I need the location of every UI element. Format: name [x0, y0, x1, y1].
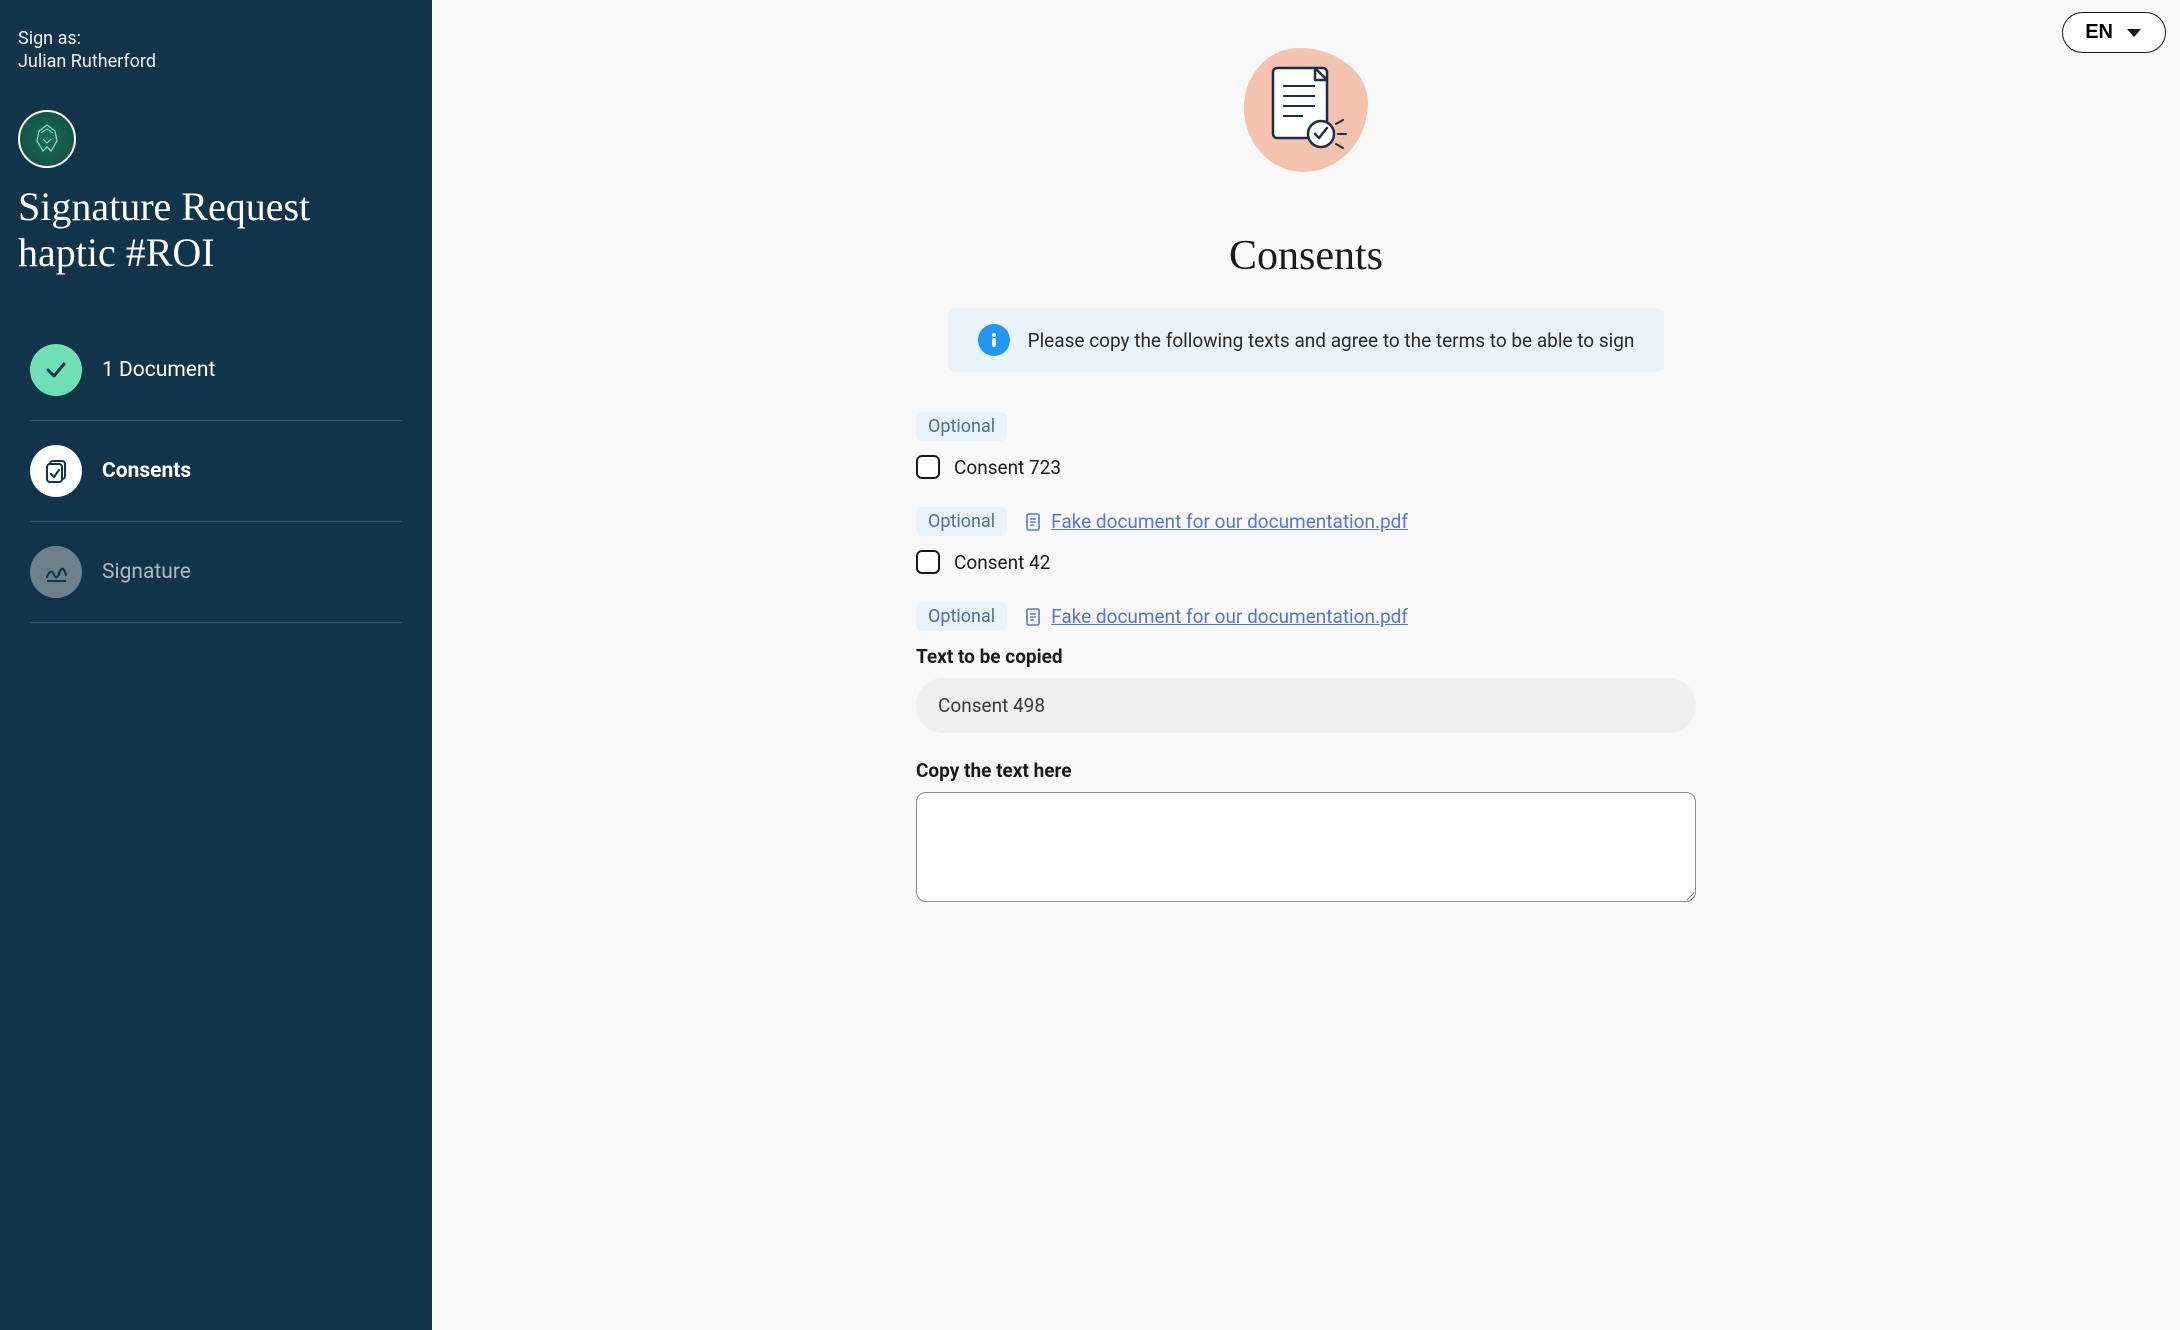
info-icon [978, 324, 1010, 356]
document-name: Fake document for our documentation.pdf [1051, 510, 1408, 533]
copy-text-input[interactable] [916, 792, 1696, 902]
step-label: Signature [102, 560, 191, 584]
file-icon [1025, 607, 1043, 627]
document-link[interactable]: Fake document for our documentation.pdf [1025, 510, 1408, 533]
consent-stack-icon [30, 445, 82, 497]
signer-name: Julian Rutherford [18, 51, 414, 72]
copy-here-label: Copy the text here [916, 759, 1696, 782]
consent-checkbox-row[interactable]: Consent 723 [916, 455, 1696, 479]
sign-as-label: Sign as: [18, 28, 414, 49]
consent-checkbox-row[interactable]: Consent 42 [916, 550, 1696, 574]
checkmark-icon [30, 344, 82, 396]
step-label: Consents [102, 459, 191, 483]
document-link[interactable]: Fake document for our documentation.pdf [1025, 605, 1408, 628]
checkbox[interactable] [916, 550, 940, 574]
optional-badge: Optional [916, 507, 1007, 536]
step-label: 1 Document [102, 358, 215, 382]
consent-label: Consent 723 [954, 456, 1061, 479]
optional-badge: Optional [916, 602, 1007, 631]
signature-icon [30, 546, 82, 598]
optional-badge: Optional [916, 412, 1007, 441]
step-consents[interactable]: Consents [30, 421, 402, 522]
checkbox[interactable] [916, 455, 940, 479]
page-title: Consents [1229, 232, 1383, 280]
chevron-down-icon [2125, 27, 2143, 39]
request-title: Signature Request haptic #ROI [18, 184, 414, 276]
text-to-copy-label: Text to be copied [916, 645, 1696, 668]
info-text: Please copy the following texts and agre… [1028, 329, 1635, 352]
info-banner: Please copy the following texts and agre… [948, 308, 1665, 372]
text-to-copy-value: Consent 498 [916, 678, 1696, 733]
consent-block: Optional Consent 723 [916, 412, 1696, 479]
sidebar: Sign as: Julian Rutherford Signature Req… [0, 0, 432, 1330]
consent-label: Consent 42 [954, 551, 1050, 574]
avatar [18, 110, 76, 168]
consent-block: Optional Fake document for our documenta… [916, 507, 1696, 574]
copy-consent-block: Optional Fake document for our documenta… [916, 602, 1696, 906]
step-document[interactable]: 1 Document [30, 320, 402, 421]
step-signature[interactable]: Signature [30, 522, 402, 623]
file-icon [1025, 512, 1043, 532]
main-content: EN Consents Please copy the following te… [432, 0, 2180, 1330]
document-name: Fake document for our documentation.pdf [1051, 605, 1408, 628]
consents-illustration [1244, 48, 1368, 172]
consent-area: Optional Consent 723 Optional Fake doc [916, 412, 1696, 934]
language-code: EN [2085, 21, 2113, 44]
step-list: 1 Document Consents Signature [18, 320, 414, 623]
language-switcher[interactable]: EN [2062, 12, 2166, 53]
wolf-icon [27, 119, 67, 159]
